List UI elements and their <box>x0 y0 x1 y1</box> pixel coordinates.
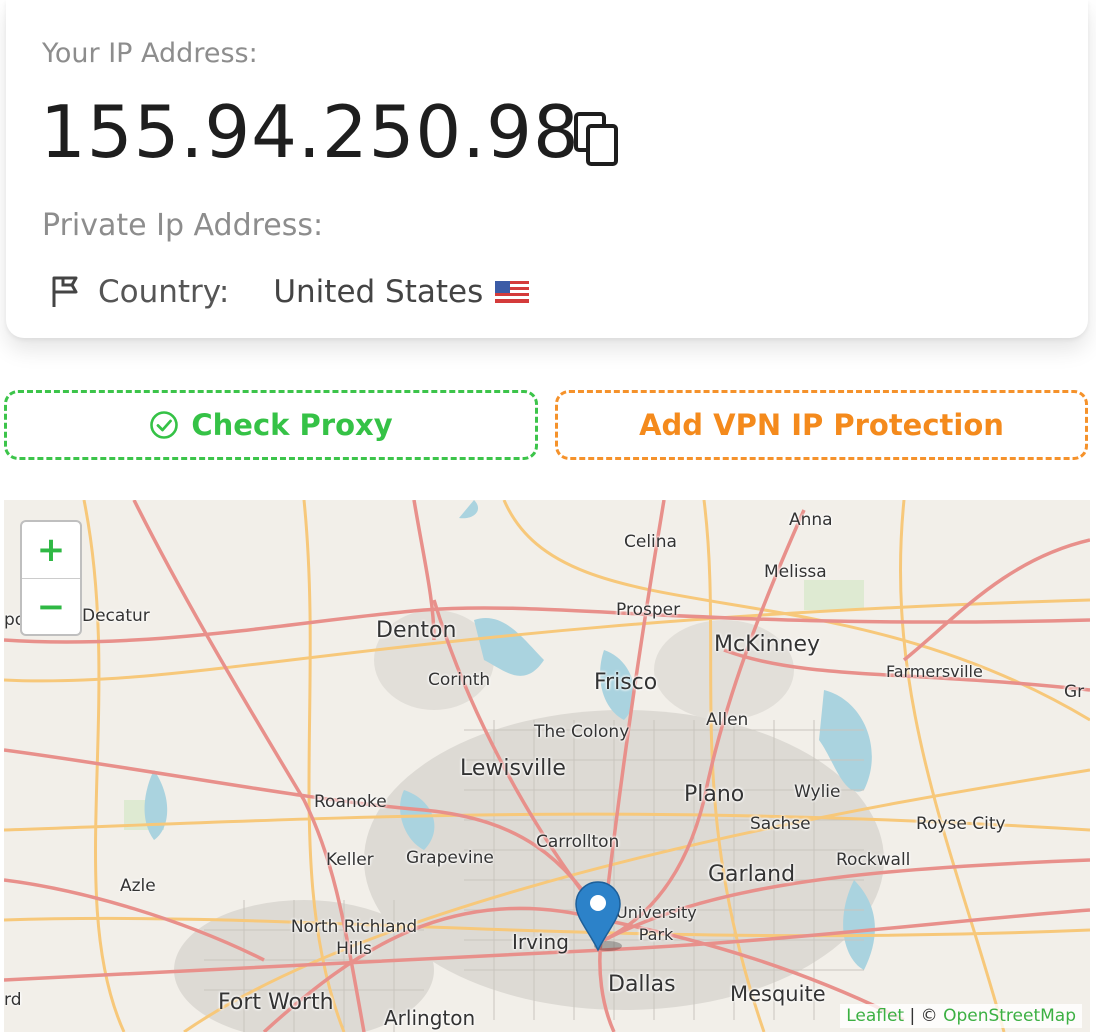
place-label: Gr <box>1064 682 1085 702</box>
flag-outline-icon <box>52 276 78 307</box>
place-label: The Colony <box>534 722 630 742</box>
place-label: Royse City <box>916 814 1006 834</box>
copy-icon[interactable] <box>572 112 622 168</box>
place-label: Corinth <box>428 670 491 690</box>
place-label: Plano <box>684 782 745 807</box>
place-label: Arlington <box>384 1006 476 1030</box>
place-label: Garland <box>708 862 796 887</box>
check-proxy-button[interactable]: Check Proxy <box>4 390 538 460</box>
place-label: Farmersville <box>886 662 983 681</box>
place-label: Roanoke <box>314 792 387 812</box>
place-label: McKinney <box>714 632 821 657</box>
place-label: Celina <box>624 532 677 552</box>
zoom-in-button[interactable]: + <box>22 522 80 579</box>
place-label: Dallas <box>608 972 676 997</box>
place-label: North Richland Hills <box>290 917 418 959</box>
openstreetmap-link[interactable]: OpenStreetMap <box>943 1006 1076 1026</box>
ip-address-label: Your IP Address: <box>42 38 258 69</box>
ip-info-card: Your IP Address: 155.94.250.98 Private I… <box>6 0 1088 338</box>
add-vpn-button[interactable]: Add VPN IP Protection <box>555 390 1088 460</box>
place-label: Keller <box>326 850 374 870</box>
attribution-separator: | © <box>904 1006 944 1026</box>
place-label: Grapevine <box>406 848 494 868</box>
place-label: Allen <box>706 710 749 730</box>
place-label: Fort Worth <box>218 990 334 1015</box>
zoom-control: + − <box>20 520 82 636</box>
circle-check-icon <box>150 411 179 439</box>
check-proxy-label: Check Proxy <box>191 408 393 442</box>
place-label: Prosper <box>616 600 681 620</box>
leaflet-link[interactable]: Leaflet <box>846 1006 904 1026</box>
place-label: Wylie <box>794 782 841 802</box>
us-flag-icon <box>495 281 530 303</box>
place-label: Lewisville <box>460 756 566 781</box>
place-label: Anna <box>789 510 833 530</box>
place-label: Rockwall <box>836 850 911 870</box>
country-row: Country: United States <box>48 274 530 310</box>
place-label: rd <box>4 990 22 1010</box>
private-ip-label: Private Ip Address: <box>42 208 324 243</box>
location-marker-icon[interactable] <box>574 880 622 952</box>
zoom-out-button[interactable]: − <box>22 579 80 635</box>
ip-address-value: 155.94.250.98 <box>40 90 580 174</box>
place-label: Melissa <box>764 562 827 582</box>
country-label: Country: <box>98 274 230 310</box>
location-map[interactable]: Anna Celina Melissa Decatur Prosper Dent… <box>4 500 1090 1032</box>
place-label: Irving <box>512 930 569 954</box>
place-label: Azle <box>120 876 156 896</box>
place-label: Denton <box>376 618 457 643</box>
country-value: United States <box>273 274 484 310</box>
add-vpn-label: Add VPN IP Protection <box>639 408 1004 442</box>
place-label: Decatur <box>82 606 150 626</box>
place-label: Frisco <box>594 670 658 695</box>
map-attribution: Leaflet | © OpenStreetMap <box>840 1004 1082 1028</box>
place-label: Carrollton <box>536 832 620 852</box>
place-label: Sachse <box>750 814 811 834</box>
place-label: University Park <box>616 903 697 944</box>
place-label: Mesquite <box>730 982 826 1006</box>
